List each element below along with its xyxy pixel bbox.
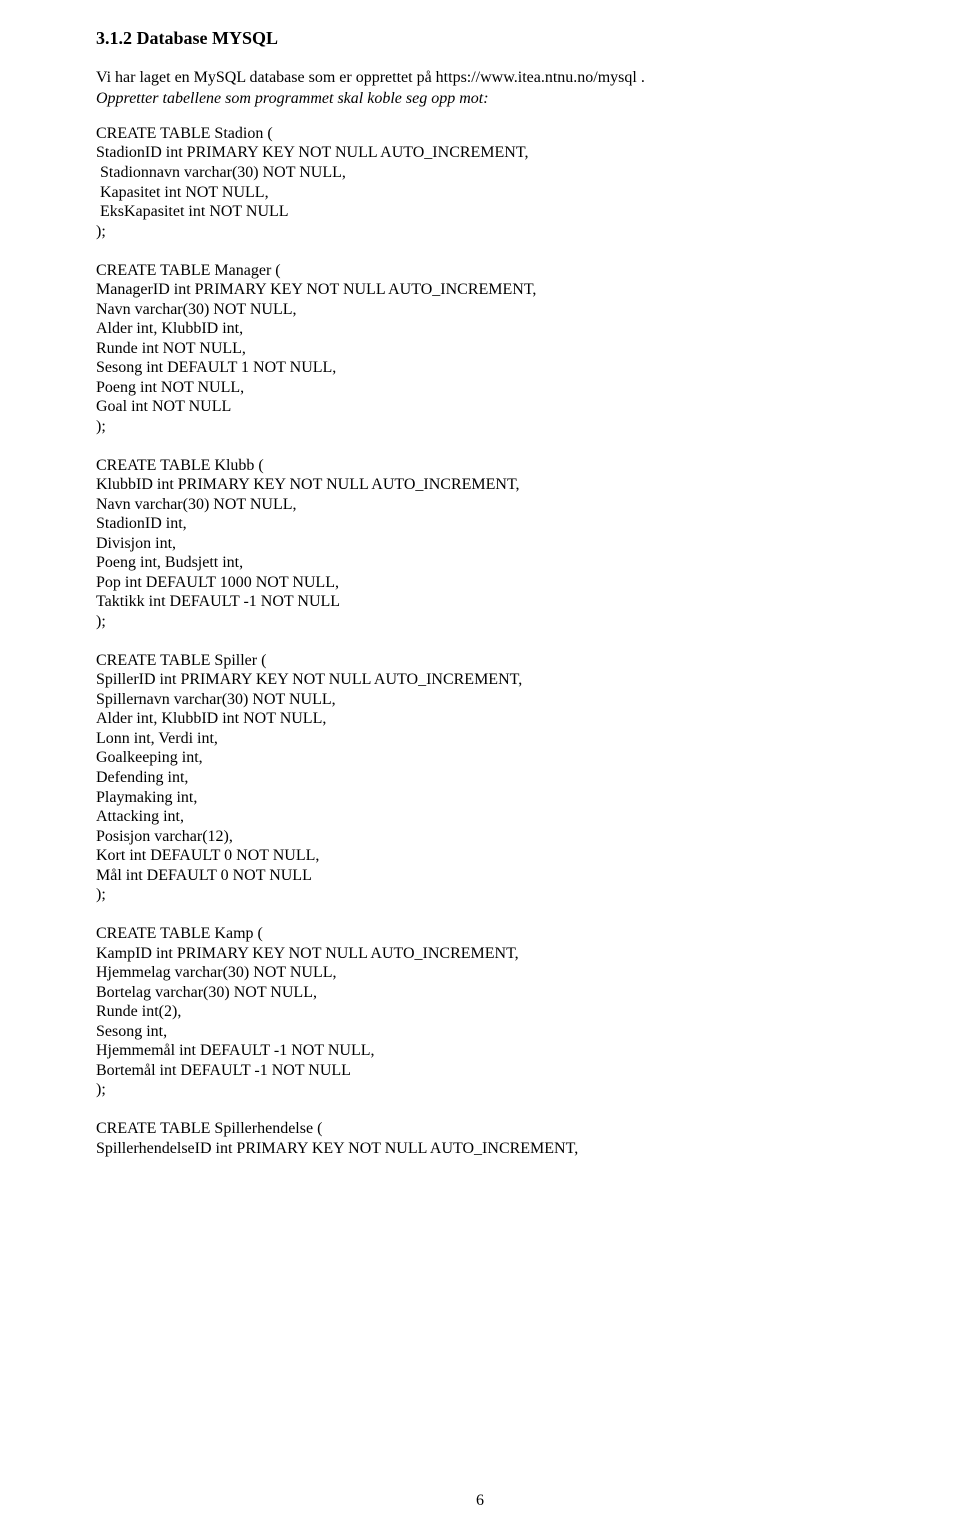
intro-line-2: Oppretter tabellene som programmet skal … [96,89,882,108]
page-number: 6 [0,1491,960,1510]
section-heading: 3.1.2 Database MYSQL [96,28,882,50]
document-page: 3.1.2 Database MYSQL Vi har laget en MyS… [0,0,960,1528]
intro-line-1: Vi har laget en MySQL database som er op… [96,68,882,87]
sql-code-block: CREATE TABLE Stadion ( StadionID int PRI… [96,124,882,1158]
